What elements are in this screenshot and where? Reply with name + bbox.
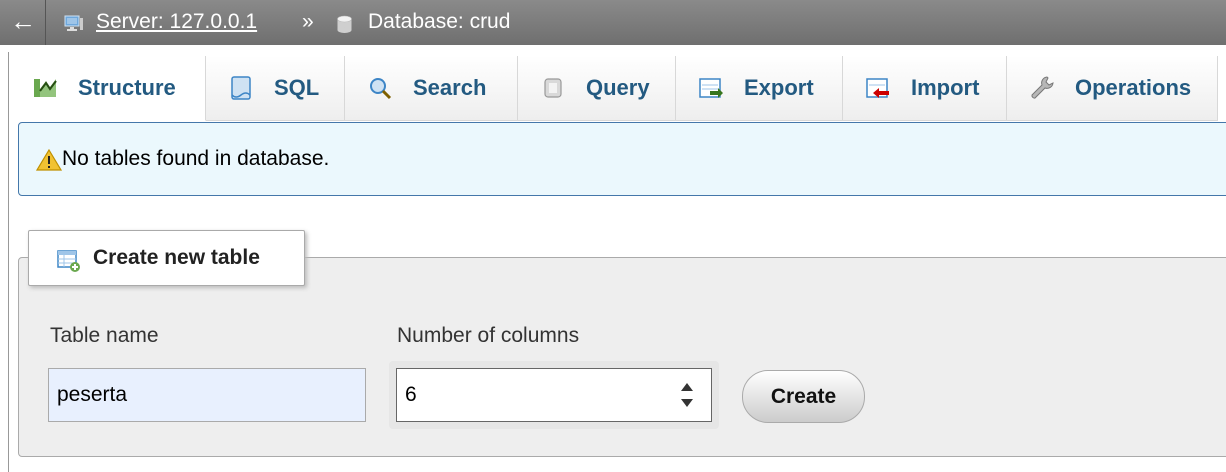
- notice-box: No tables found in database.: [18, 122, 1226, 196]
- tab-structure[interactable]: Structure: [18, 56, 206, 121]
- create-table-legend: Create new table: [28, 230, 305, 286]
- new-table-icon: [57, 250, 80, 272]
- tab-label: Search: [413, 75, 487, 100]
- tab-export[interactable]: Export: [676, 56, 843, 121]
- tab-label: Export: [744, 75, 814, 100]
- structure-icon: [34, 79, 57, 97]
- database-icon: [337, 15, 352, 33]
- spinner-arrows-icon[interactable]: [679, 378, 695, 412]
- tab-label: Operations: [1075, 75, 1192, 100]
- server-link[interactable]: Server: 127.0.0.1: [96, 10, 257, 34]
- notice-message: No tables found in database.: [62, 147, 330, 170]
- tab-operations[interactable]: Operations: [1007, 56, 1218, 121]
- table-name-label: Table name: [50, 324, 159, 347]
- breadcrumb-separator: »: [302, 10, 314, 33]
- export-icon: [699, 78, 723, 98]
- columns-label: Number of columns: [397, 324, 580, 347]
- tab-label: Structure: [78, 75, 176, 100]
- divider: [45, 0, 46, 45]
- wrench-icon: [1031, 76, 1054, 99]
- sql-icon: [231, 76, 251, 100]
- back-arrow-button[interactable]: ←: [10, 8, 36, 34]
- tab-bar: Structure SQL Search Query Export Import…: [18, 56, 1218, 122]
- server-icon: [64, 15, 83, 31]
- table-name-input[interactable]: [48, 368, 366, 422]
- tab-label: Import: [911, 75, 980, 100]
- tab-import[interactable]: Import: [843, 56, 1007, 121]
- warning-icon: [36, 149, 62, 171]
- tab-label: Query: [586, 75, 650, 100]
- legend-title: Create new table: [93, 246, 260, 269]
- query-icon: [544, 78, 562, 98]
- tab-sql[interactable]: SQL: [206, 56, 345, 121]
- search-icon: [370, 78, 392, 100]
- page-border: [8, 52, 9, 472]
- create-button[interactable]: Create: [742, 370, 865, 423]
- tab-label: SQL: [274, 75, 320, 100]
- import-icon: [866, 78, 889, 98]
- breadcrumb-bar: ← Server: 127.0.0.1 » Database: crud: [0, 0, 1226, 45]
- columns-number-input[interactable]: [396, 368, 712, 422]
- tab-query[interactable]: Query: [518, 56, 676, 121]
- tab-search[interactable]: Search: [345, 56, 518, 121]
- database-breadcrumb[interactable]: Database: crud: [368, 10, 510, 34]
